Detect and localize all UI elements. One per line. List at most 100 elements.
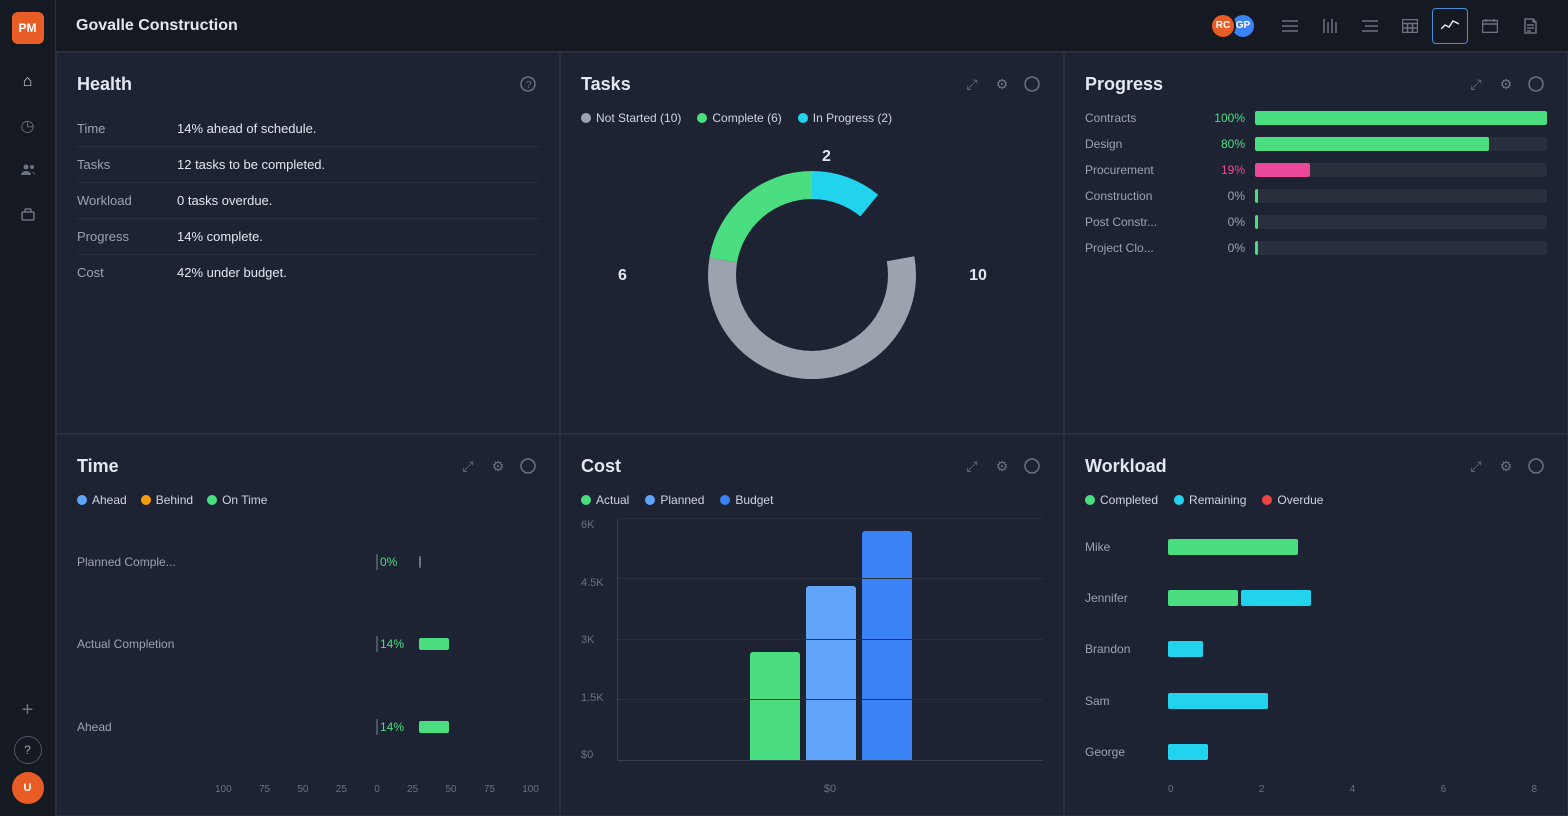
workload-bar-remaining-george (1168, 744, 1208, 760)
workload-expand-btn[interactable]: ⤢ (1465, 455, 1487, 477)
sidebar-help-button[interactable]: ? (14, 736, 42, 764)
time-axis-100-left: 100 (215, 784, 232, 795)
time-axis-0: 0 (374, 784, 380, 795)
tasks-expand-btn[interactable]: ⤢ (961, 73, 983, 95)
health-row-workload: Workload 0 tasks overdue. (77, 183, 539, 219)
workload-axis-8: 8 (1531, 784, 1537, 795)
progress-name-construction: Construction (1085, 189, 1195, 203)
time-legend-label-behind: Behind (156, 493, 193, 507)
progress-panel-title: Progress (1085, 74, 1465, 95)
toolbar-table-btn[interactable] (1392, 8, 1428, 44)
workload-legend-completed: Completed (1085, 493, 1158, 507)
progress-rows: Contracts 100% Design 80% Procurement 19… (1085, 111, 1547, 413)
time-pct-ahead: 14% (380, 720, 415, 734)
sidebar-user-avatar[interactable]: U (12, 772, 44, 804)
progress-name-project-clo: Project Clo... (1085, 241, 1195, 255)
workload-legend-label-remaining: Remaining (1189, 493, 1246, 507)
workload-axis-4: 4 (1350, 784, 1356, 795)
workload-legend-label-overdue: Overdue (1277, 493, 1323, 507)
sidebar-item-home[interactable]: ⌂ (10, 64, 46, 100)
time-panel-header: Time ⤢ ⚙ (77, 455, 539, 477)
toolbar-doc-btn[interactable] (1512, 8, 1548, 44)
progress-name-design: Design (1085, 137, 1195, 151)
toolbar-align-btn[interactable] (1352, 8, 1388, 44)
workload-bar-remaining-sam (1168, 693, 1268, 709)
cost-y-axis: $0 1.5K 3K 4.5K 6K (581, 519, 617, 781)
time-pct-planned: 0% (380, 555, 415, 569)
progress-expand-btn[interactable]: ⤢ (1465, 73, 1487, 95)
toolbar-bars-btn[interactable] (1312, 8, 1348, 44)
health-panel-title: Health (77, 74, 517, 95)
tasks-help-btn[interactable] (1021, 73, 1043, 95)
header: Govalle Construction RC GP (56, 0, 1568, 52)
workload-panel-actions: ⤢ ⚙ (1465, 455, 1547, 477)
tasks-panel: Tasks ⤢ ⚙ Not Started (10) (560, 52, 1064, 434)
donut-label-complete: 6 (618, 267, 627, 285)
toolbar-calendar-btn[interactable] (1472, 8, 1508, 44)
page-title: Govalle Construction (76, 17, 1194, 35)
legend-dot-complete (697, 113, 707, 123)
workload-name-brandon: Brandon (1085, 642, 1160, 656)
cost-panel-header: Cost ⤢ ⚙ (581, 455, 1043, 477)
time-bars-ahead: 14% (215, 719, 539, 735)
sidebar-item-clock[interactable]: ◷ (10, 108, 46, 144)
time-expand-btn[interactable]: ⤢ (457, 455, 479, 477)
tasks-settings-btn[interactable]: ⚙ (991, 73, 1013, 95)
health-label-workload: Workload (77, 193, 177, 208)
cost-help-btn[interactable] (1021, 455, 1043, 477)
workload-bar-completed-mike (1168, 539, 1298, 555)
time-bars-planned: 0% (215, 554, 539, 570)
legend-dot-planned (645, 495, 655, 505)
cost-legend-label-actual: Actual (596, 493, 629, 507)
workload-axis-6: 6 (1441, 784, 1447, 795)
time-help-btn[interactable] (517, 455, 539, 477)
cost-y-4_5k: 4.5K (581, 577, 617, 589)
progress-panel-header: Progress ⤢ ⚙ (1085, 73, 1547, 95)
progress-bar-bg-project-clo (1255, 241, 1547, 255)
cost-expand-btn[interactable]: ⤢ (961, 455, 983, 477)
sidebar-add-button[interactable]: + (10, 692, 46, 728)
time-legend-behind: Behind (141, 493, 193, 507)
legend-dot-completed (1085, 495, 1095, 505)
legend-dot-budget (720, 495, 730, 505)
legend-dot-actual (581, 495, 591, 505)
legend-in-progress: In Progress (2) (798, 111, 892, 125)
time-axis-25-left: 25 (336, 784, 347, 795)
time-label-actual: Actual Completion (77, 637, 207, 651)
workload-panel-header: Workload ⤢ ⚙ (1085, 455, 1547, 477)
time-panel: Time ⤢ ⚙ Ahead Behind (56, 434, 560, 816)
cost-legend-budget: Budget (720, 493, 773, 507)
workload-name-george: George (1085, 745, 1160, 759)
workload-bars-mike (1168, 539, 1547, 555)
tasks-panel-title: Tasks (581, 74, 961, 95)
workload-axis-0: 0 (1168, 784, 1174, 795)
toolbar-list-btn[interactable] (1272, 8, 1308, 44)
cost-y-6k: 6K (581, 519, 617, 531)
progress-help-btn[interactable] (1525, 73, 1547, 95)
cost-settings-btn[interactable]: ⚙ (991, 455, 1013, 477)
progress-row-contracts: Contracts 100% (1085, 111, 1547, 125)
cost-y-0: $0 (581, 749, 617, 761)
progress-bar-bg-procurement (1255, 163, 1547, 177)
health-help-btn[interactable]: ? (517, 73, 539, 95)
cost-x-label: $0 (581, 783, 1043, 795)
avatar-rc[interactable]: RC (1210, 13, 1236, 39)
legend-label-in-progress: In Progress (2) (813, 111, 892, 125)
app-logo[interactable]: PM (12, 12, 44, 44)
workload-settings-btn[interactable]: ⚙ (1495, 455, 1517, 477)
workload-help-btn[interactable] (1525, 455, 1547, 477)
cost-y-3k: 3K (581, 634, 617, 646)
toolbar-chart-btn[interactable] (1432, 8, 1468, 44)
progress-bar-bg-post-constr (1255, 215, 1547, 229)
cost-legend: Actual Planned Budget (581, 493, 1043, 507)
time-settings-btn[interactable]: ⚙ (487, 455, 509, 477)
time-axis-100-right: 100 (522, 784, 539, 795)
cost-grid-2 (618, 639, 1043, 640)
progress-row-post-constr: Post Constr... 0% (1085, 215, 1547, 229)
sidebar-item-users[interactable] (10, 152, 46, 188)
workload-row-sam: Sam (1085, 693, 1547, 709)
sidebar-item-briefcase[interactable] (10, 196, 46, 232)
cost-bar-actual (750, 652, 800, 760)
progress-settings-btn[interactable]: ⚙ (1495, 73, 1517, 95)
health-panel-header: Health ? (77, 73, 539, 95)
